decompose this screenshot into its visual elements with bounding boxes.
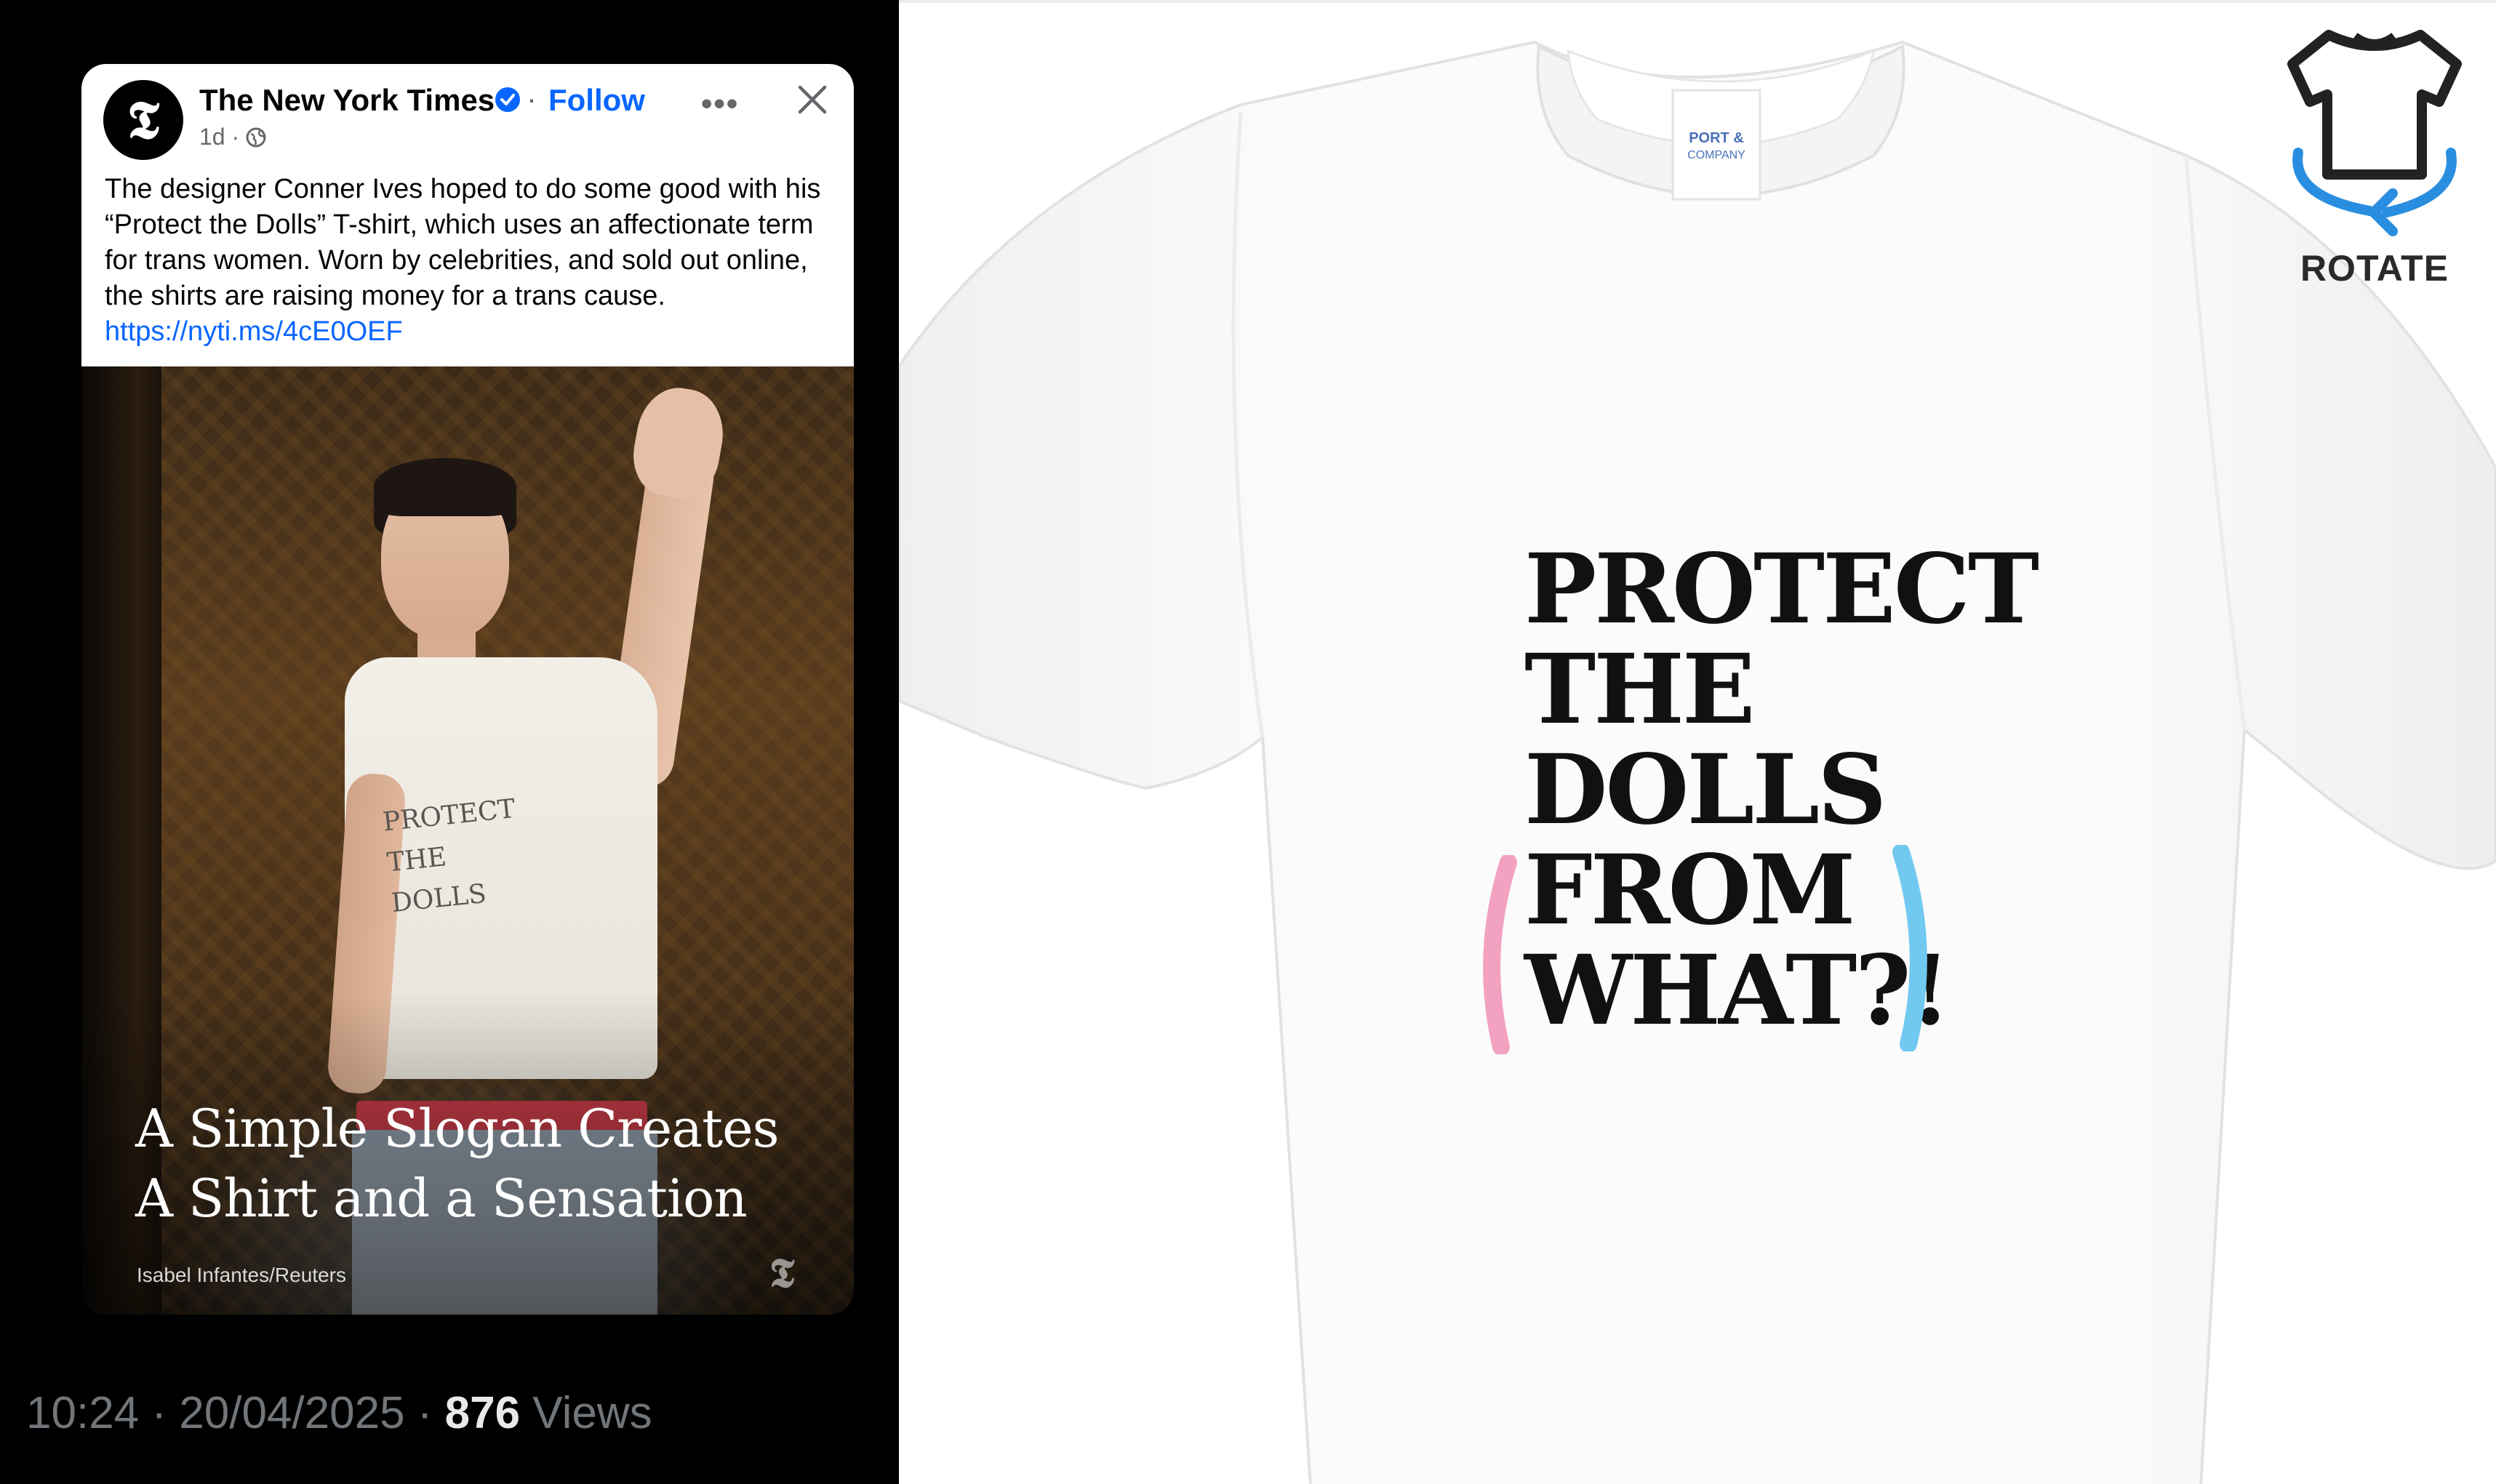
shirt-slogan: PROTECT THE DOLLS FROM WHAT?! — [1524, 533, 2039, 1047]
tweet-timestamp[interactable]: 10:24 · 20/04/2025 · — [26, 1388, 445, 1438]
article-headline[interactable]: A Simple Slogan Creates A Shirt and a Se… — [135, 1094, 833, 1233]
tshirt-tag-text-line2: COMPANY — [1687, 149, 1745, 161]
post-meta: 1d · — [199, 124, 267, 151]
tshirt-tag-text: PORT & — [1689, 130, 1744, 146]
shirt-print-text: PROTECT THE DOLLS — [381, 793, 517, 919]
close-icon[interactable] — [796, 83, 829, 116]
photo-credit: Isabel Infantes/Reuters — [137, 1264, 346, 1286]
blue-bracket — [1892, 845, 1927, 1051]
article-link[interactable]: https://nyti.ms/4cE0OEF — [105, 316, 403, 347]
nyt-watermark-icon: 𝕿 — [769, 1249, 795, 1297]
page-name[interactable]: The New York Times — [199, 83, 495, 118]
tweet-panel: 𝕿 The New York Times · Follow 1d · ••• T… — [0, 0, 899, 1484]
more-options-icon[interactable]: ••• — [701, 86, 739, 122]
views-count: 876 — [444, 1388, 521, 1438]
follow-button[interactable]: Follow — [548, 83, 645, 118]
verified-badge-icon — [495, 87, 520, 112]
tweet-metadata: 10:24 · 20/04/2025 · 876 Views — [26, 1387, 652, 1439]
rotate-tshirt-icon — [2287, 30, 2462, 236]
post-caption-text: The designer Conner Ives hoped to do som… — [105, 174, 821, 311]
post-age: 1d · — [199, 124, 240, 150]
waving-hand — [626, 381, 731, 505]
embedded-post-card[interactable]: 𝕿 The New York Times · Follow 1d · ••• T… — [81, 64, 854, 1315]
post-caption: The designer Conner Ives hoped to do som… — [105, 172, 832, 350]
views-label: Views — [520, 1388, 652, 1438]
person-hair-top — [374, 458, 516, 516]
post-header: 𝕿 The New York Times · Follow 1d · ••• T… — [81, 64, 854, 366]
nyt-avatar[interactable]: 𝕿 — [103, 80, 183, 160]
globe-icon — [246, 127, 266, 147]
article-photo[interactable]: PROTECT THE DOLLS A Simple Slogan Create… — [81, 366, 854, 1315]
rotate-button[interactable]: ROTATE — [2284, 22, 2465, 298]
pink-bracket — [1483, 855, 1517, 1054]
product-image-panel: PORT & COMPANY PROTECT THE DOLLS FROM WH… — [899, 0, 2496, 1484]
separator-dot: · — [527, 81, 537, 116]
rotate-label: ROTATE — [2300, 248, 2449, 289]
